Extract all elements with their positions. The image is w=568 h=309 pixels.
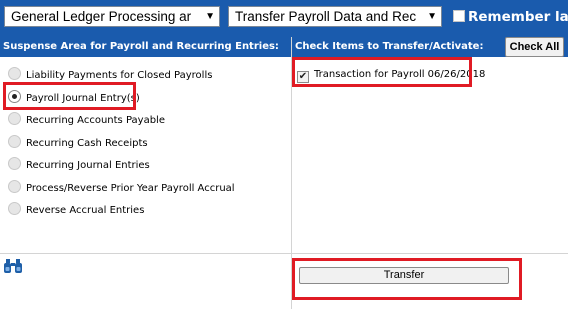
binoculars-icon[interactable] [3, 258, 23, 274]
module-select-value: General Ledger Processing ar [11, 9, 192, 24]
radio-liability-payments[interactable]: Liability Payments for Closed Payrolls [8, 67, 212, 83]
radio-label: Reverse Accrual Entries [26, 205, 145, 216]
radio-label: Liability Payments for Closed Payrolls [26, 70, 213, 81]
radio-button[interactable] [8, 180, 21, 193]
module-select[interactable]: General Ledger Processing ar ▼ [4, 6, 220, 27]
radio-label: Recurring Accounts Payable [26, 115, 165, 126]
radio-label: Payroll Journal Entry(s) [26, 93, 140, 104]
action-select-value: Transfer Payroll Data and Rec [235, 9, 417, 24]
radio-reverse-accrual-entries[interactable]: Reverse Accrual Entries [8, 202, 144, 218]
transaction-checkbox[interactable]: ✔ [297, 71, 309, 83]
remember-label: Remember las [468, 9, 568, 25]
check-items-header-label: Check Items to Transfer/Activate: [295, 41, 484, 52]
radio-process-reverse-accrual[interactable]: Process/Reverse Prior Year Payroll Accru… [8, 180, 235, 196]
toolbar: General Ledger Processing ar ▼ Transfer … [0, 0, 568, 37]
check-items-header: Check Items to Transfer/Activate: Check … [292, 37, 568, 57]
radio-button[interactable] [8, 67, 21, 80]
transaction-label: Transaction for Payroll 06/26/2018 [314, 69, 486, 80]
transaction-item[interactable]: ✔ Transaction for Payroll 06/26/2018 [297, 67, 485, 83]
radio-payroll-journal-entries[interactable]: Payroll Journal Entry(s) [8, 90, 140, 106]
radio-button-selected[interactable] [8, 90, 21, 103]
check-all-button[interactable]: Check All [505, 37, 564, 57]
radio-button[interactable] [8, 157, 21, 170]
footer-divider [0, 253, 568, 254]
chevron-down-icon: ▼ [203, 7, 215, 26]
radio-label: Process/Reverse Prior Year Payroll Accru… [26, 183, 235, 194]
radio-button[interactable] [8, 112, 21, 125]
radio-button[interactable] [8, 202, 21, 215]
radio-recurring-journal-entries[interactable]: Recurring Journal Entries [8, 157, 150, 173]
radio-label: Recurring Cash Receipts [26, 138, 148, 149]
suspense-area-panel: Suspense Area for Payroll and Recurring … [0, 37, 291, 253]
radio-recurring-cash-receipts[interactable]: Recurring Cash Receipts [8, 135, 148, 151]
transfer-button[interactable]: Transfer [299, 267, 509, 284]
chevron-down-icon: ▼ [425, 7, 437, 26]
remember-last-checkbox[interactable]: Remember las [453, 8, 568, 26]
action-select[interactable]: Transfer Payroll Data and Rec ▼ [228, 6, 442, 27]
radio-button[interactable] [8, 135, 21, 148]
radio-label: Recurring Journal Entries [26, 160, 150, 171]
suspense-area-header: Suspense Area for Payroll and Recurring … [0, 37, 291, 57]
panel-divider [291, 37, 292, 309]
radio-recurring-accounts-payable[interactable]: Recurring Accounts Payable [8, 112, 165, 128]
check-items-panel: Check Items to Transfer/Activate: Check … [292, 37, 568, 253]
remember-checkbox-box[interactable] [453, 10, 465, 22]
